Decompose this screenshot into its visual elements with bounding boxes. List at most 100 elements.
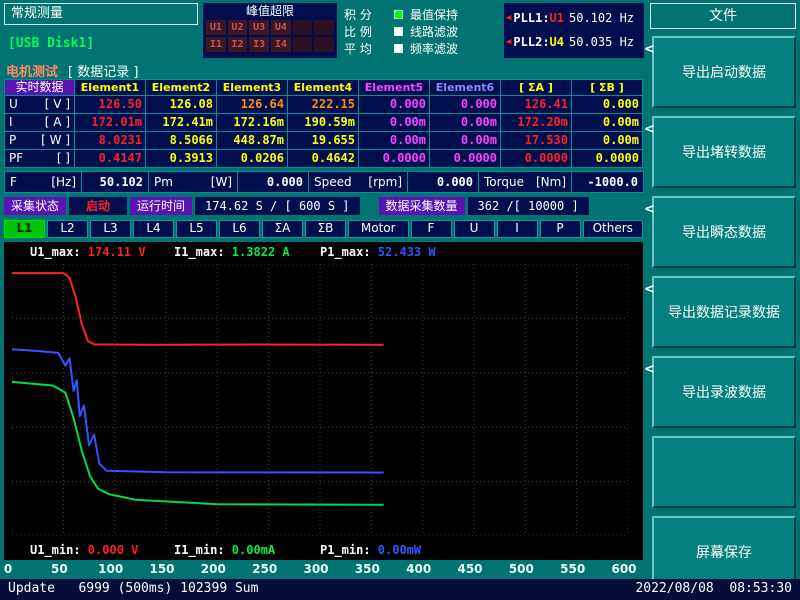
tab-p[interactable]: P (540, 220, 581, 238)
tab-motor[interactable]: Motor (348, 220, 409, 238)
indicator-right-label: 线路滤波 (410, 23, 458, 40)
power-analyzer-screen: 常规测量 [USB Disk1] 峰值超限 U1U2U3U4 I1I2I3I4 … (0, 0, 800, 600)
x-tick-label: 0 (4, 562, 12, 576)
pll-row: ◀PLL2:U450.035 Hz (506, 30, 642, 54)
row-label: P[ W ] (5, 132, 74, 149)
chart-min-label-value: 0.00mW (378, 543, 421, 557)
pll-value: 50.102 Hz (569, 11, 634, 25)
softkey-arrow-icon: < (644, 202, 655, 217)
table-cell: 8.0231 (75, 132, 145, 149)
tab-l4[interactable]: L4 (133, 220, 174, 238)
tab-l1[interactable]: L1 (4, 220, 45, 238)
status-bar: Update 6999 (500ms) 102399 Sum 2022/08/0… (0, 579, 800, 600)
pll-label: PLL2: (513, 35, 549, 49)
meas-name: Pm (154, 172, 173, 192)
table-cell: 0.00m (359, 132, 429, 149)
table-cell: 0.00m (572, 132, 642, 149)
meas-label: F[Hz] (5, 172, 81, 192)
tab-sigma-a[interactable]: ΣA (262, 220, 303, 238)
x-tick-label: 500 (509, 562, 534, 576)
chart-min-label-name: U1_min: (30, 543, 88, 557)
table-cell: 448.87m (217, 132, 287, 149)
tab-u[interactable]: U (454, 220, 495, 238)
export-stall-data-button[interactable]: 导出堵转数据 (652, 116, 796, 188)
chart-min-label-value: 0.00mA (232, 543, 275, 557)
row-label: PF[ ] (5, 150, 74, 167)
column-header: Element2 (146, 80, 216, 95)
acq-status-label: 采集状态 (4, 197, 66, 215)
chart-max-label: I1_max: 1.3822 A (174, 245, 290, 259)
realtime-data-table: 实时数据Element1Element2Element3Element4Elem… (4, 79, 643, 168)
tab-l5[interactable]: L5 (176, 220, 217, 238)
export-transient-data-button[interactable]: 导出瞬态数据 (652, 196, 796, 268)
peak-indicator-blank (293, 37, 313, 52)
row-name: P (9, 132, 16, 149)
x-tick-label: 350 (355, 562, 380, 576)
peak-indicator: I1 (206, 37, 226, 52)
column-header: [ ΣA ] (501, 80, 571, 95)
x-tick-label: 600 (611, 562, 636, 576)
peak-indicator: U4 (271, 20, 291, 35)
meas-name: Torque (484, 172, 524, 192)
peak-indicator: I2 (228, 37, 248, 52)
peak-indicator-blank (293, 20, 313, 35)
peak-overlimit-panel: 峰值超限 U1U2U3U4 I1I2I3I4 (203, 3, 337, 58)
chart-min-label-name: P1_min: (320, 543, 378, 557)
pll-arrow-icon: ◀ (506, 37, 511, 47)
table-cell: 0.00m (572, 114, 642, 131)
status-indicators: 积 分最值保持比 例线路滤波平 均频率滤波 (344, 6, 500, 58)
data-record-label: [ 数据记录 ] (68, 61, 138, 80)
trend-chart: U1_max: 174.11 VI1_max: 1.3822 AP1_max: … (4, 242, 643, 560)
acq-count-label: 数据采集数量 (379, 197, 465, 215)
tab-sigma-b[interactable]: ΣB (305, 220, 346, 238)
table-cell: 8.5066 (146, 132, 216, 149)
table-cell: 17.530 (501, 132, 571, 149)
motor-test-label: 电机测试 (6, 61, 58, 80)
tab-l2[interactable]: L2 (47, 220, 88, 238)
tab-f[interactable]: F (411, 220, 452, 238)
row-label: U[ V ] (5, 96, 74, 113)
table-cell: 0.00m (430, 132, 500, 149)
trend-plot (12, 264, 628, 536)
chart-min-label: I1_min: 0.00mA (174, 543, 275, 557)
table-cell: 172.16m (217, 114, 287, 131)
blank-softkey-button (652, 436, 796, 508)
indicator-square-icon (394, 27, 403, 36)
table-cell: 126.64 (217, 96, 287, 113)
chart-max-label: U1_max: 174.11 V (30, 245, 146, 259)
table-cell: 0.00m (359, 114, 429, 131)
softkey-arrow-icon: < (644, 42, 655, 57)
peak-indicator: I3 (249, 37, 269, 52)
tab-others[interactable]: Others (583, 220, 644, 238)
channel-tabs: L1L2L3L4L5L6ΣAΣBMotorFUIPOthers (4, 220, 643, 238)
tab-i[interactable]: I (497, 220, 538, 238)
row-label: I[ A ] (5, 114, 74, 131)
peak-overlimit-title: 峰值超限 (203, 3, 337, 19)
pll-label: PLL1: (513, 11, 549, 25)
chart-min-label: U1_min: 0.000 V (30, 543, 138, 557)
export-start-data-button[interactable]: 导出启动数据 (652, 36, 796, 108)
u1-trace (12, 273, 384, 345)
measurement-strip: F[Hz]50.102Pm[W]0.000Speed[rpm]0.000Torq… (4, 171, 644, 193)
softkey-arrow-icon: < (644, 122, 655, 137)
export-waveform-data-button[interactable]: 导出录波数据 (652, 356, 796, 428)
meas-unit: [Hz] (51, 172, 76, 192)
row-name: U (9, 96, 18, 113)
table-cell: 0.00m (430, 114, 500, 131)
screen-save-button[interactable]: 屏幕保存 (652, 516, 796, 588)
meas-unit: [W] (211, 172, 232, 192)
x-tick-label: 150 (149, 562, 174, 576)
file-button[interactable]: 文件 (650, 3, 796, 29)
indicator-row: 积 分最值保持 (344, 6, 500, 23)
column-header: Element5 (359, 80, 429, 95)
tab-l3[interactable]: L3 (90, 220, 131, 238)
export-datalog-data-button[interactable]: 导出数据记录数据 (652, 276, 796, 348)
row-unit: [ ] (57, 150, 70, 167)
peak-indicator: U3 (249, 20, 269, 35)
table-cell: 19.655 (288, 132, 358, 149)
tab-l6[interactable]: L6 (219, 220, 260, 238)
table-cell: 126.08 (146, 96, 216, 113)
pll-row: ◀PLL1:U150.102 Hz (506, 6, 642, 30)
meas-value: 0.000 (238, 172, 308, 192)
indicator-right-label: 最值保持 (410, 6, 458, 23)
